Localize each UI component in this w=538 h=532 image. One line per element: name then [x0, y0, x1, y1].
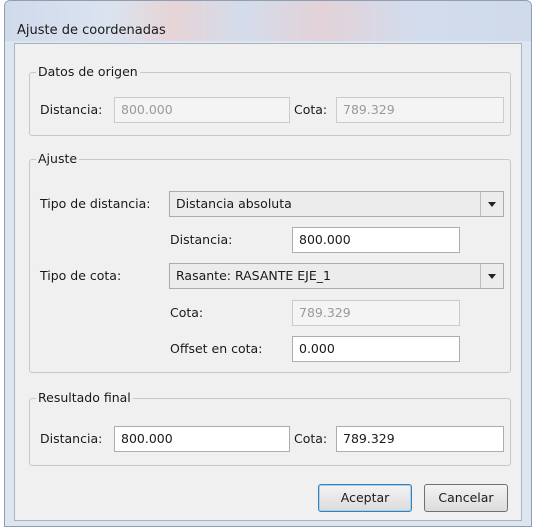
origen-cota-label: Cota:: [294, 102, 328, 117]
chevron-down-icon[interactable]: [480, 264, 503, 288]
chevron-down-icon[interactable]: [480, 192, 503, 216]
tipo-cota-label: Tipo de cota:: [40, 268, 122, 283]
resultado-cota-label: Cota:: [294, 431, 328, 446]
ajuste-legend: Ajuste: [36, 151, 80, 167]
origen-distancia-field: 800.000: [114, 97, 290, 123]
resultado-final-group: Resultado final Distancia: 800.000 Cota:…: [29, 390, 511, 466]
dialog-window: Ajuste de coordenadas Datos de origen Di…: [4, 0, 532, 527]
dialog-title: Ajuste de coordenadas: [17, 23, 166, 38]
ajuste-distancia-input[interactable]: 800.000: [292, 227, 460, 253]
origen-distancia-label: Distancia:: [40, 102, 103, 117]
tipo-distancia-value: Distancia absoluta: [176, 196, 292, 211]
resultado-cota-field[interactable]: 789.329: [336, 426, 504, 452]
datos-origen-group: Datos de origen Distancia: 800.000 Cota:…: [29, 64, 511, 136]
resultado-distancia-label: Distancia:: [40, 431, 103, 446]
resultado-distancia-field[interactable]: 800.000: [114, 426, 290, 452]
tipo-cota-select[interactable]: Rasante: RASANTE EJE_1: [169, 263, 504, 289]
ajuste-group: Ajuste Tipo de distancia: Distancia abso…: [29, 151, 511, 373]
ajuste-cota-label: Cota:: [170, 305, 204, 320]
resultado-final-legend: Resultado final: [36, 390, 133, 406]
ajuste-cota-field: 789.329: [292, 300, 460, 326]
dialog-body: Datos de origen Distancia: 800.000 Cota:…: [14, 43, 522, 521]
ajuste-distancia-label: Distancia:: [170, 232, 233, 247]
origen-cota-field: 789.329: [336, 97, 504, 123]
aceptar-button[interactable]: Aceptar: [318, 484, 412, 512]
tipo-distancia-label: Tipo de distancia:: [40, 196, 151, 211]
title-bar[interactable]: Ajuste de coordenadas: [5, 1, 531, 41]
offset-cota-label: Offset en cota:: [170, 341, 263, 356]
datos-origen-legend: Datos de origen: [36, 64, 140, 80]
cancelar-button[interactable]: Cancelar: [424, 484, 508, 512]
offset-cota-input[interactable]: 0.000: [292, 336, 460, 362]
tipo-cota-value: Rasante: RASANTE EJE_1: [176, 268, 331, 283]
tipo-distancia-select[interactable]: Distancia absoluta: [169, 191, 504, 217]
